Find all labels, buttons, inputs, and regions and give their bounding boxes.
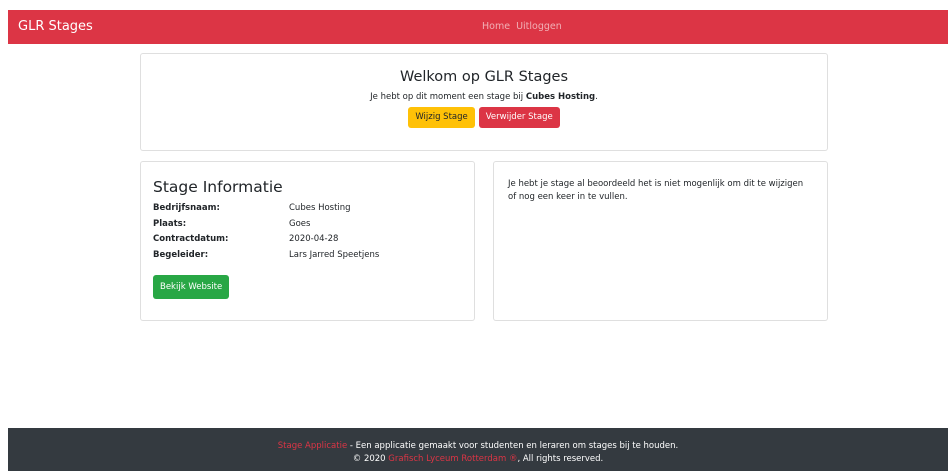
stage-info-card: Stage Informatie Bedrijfsnaam: Cubes Hos…: [140, 161, 475, 321]
info-key: Contractdatum:: [153, 234, 229, 244]
footer-app-link[interactable]: Stage Applicatie: [278, 441, 347, 451]
nav-links: Home Uitloggen: [482, 21, 562, 32]
review-note-text: Je hebt je stage al beoordeeld het is ni…: [508, 179, 804, 202]
info-value: Cubes Hosting: [289, 203, 351, 213]
info-row-supervisor: Begeleider: Lars Jarred Speetjens: [153, 250, 462, 266]
welcome-company: Cubes Hosting: [525, 92, 596, 102]
nav-link-home[interactable]: Home: [482, 21, 510, 32]
info-value: Goes: [289, 218, 311, 229]
welcome-text: Je hebt op dit moment een stage bij Cube…: [141, 92, 827, 102]
info-key: Bedrijfsnaam:: [153, 203, 220, 213]
welcome-buttons: Wijzig Stage Verwijder Stage: [141, 107, 827, 128]
info-key: Plaats:: [153, 218, 187, 229]
footer-line-2: © 2020 Grafisch Lyceum Rotterdam ®, All …: [8, 453, 948, 466]
info-value: 2020-04-28: [289, 234, 339, 244]
footer-copy-suffix: , All rights reserved.: [517, 454, 604, 464]
footer: Stage Applicatie - Een applicatie gemaak…: [8, 428, 948, 471]
review-note-card: Je hebt je stage al beoordeeld het is ni…: [493, 161, 828, 321]
footer-copy-prefix: © 2020: [352, 454, 389, 464]
delete-stage-button[interactable]: Verwijder Stage: [478, 107, 560, 128]
edit-stage-button[interactable]: Wijzig Stage: [408, 107, 475, 128]
info-value: Lars Jarred Speetjens: [289, 249, 380, 260]
footer-line-1: Stage Applicatie - Een applicatie gemaak…: [8, 440, 948, 453]
stage-info-title: Stage Informatie: [153, 178, 283, 196]
info-row-company: Bedrijfsnaam: Cubes Hosting: [153, 203, 462, 219]
welcome-title: Welkom op GLR Stages: [399, 69, 569, 85]
footer-school-link[interactable]: Grafisch Lyceum Rotterdam ®: [388, 454, 517, 464]
welcome-text-suffix: .: [595, 92, 598, 102]
nav-link-logout[interactable]: Uitloggen: [516, 21, 562, 32]
welcome-card: Welkom op GLR Stages Je hebt op dit mome…: [140, 53, 828, 151]
view-website-button[interactable]: Bekijk Website: [153, 275, 230, 299]
welcome-text-prefix: Je hebt op dit moment een stage bij: [370, 92, 526, 102]
info-row-city: Plaats: Goes: [153, 219, 462, 235]
navbar: GLR Stages Home Uitloggen: [8, 10, 948, 44]
brand-link[interactable]: GLR Stages: [18, 19, 93, 34]
info-row-contract-date: Contractdatum: 2020-04-28: [153, 234, 462, 250]
footer-description: - Een applicatie gemaakt voor studenten …: [347, 441, 679, 451]
stage-info-table: Bedrijfsnaam: Cubes Hosting Plaats: Goes…: [153, 203, 462, 265]
info-key: Begeleider:: [153, 249, 209, 260]
